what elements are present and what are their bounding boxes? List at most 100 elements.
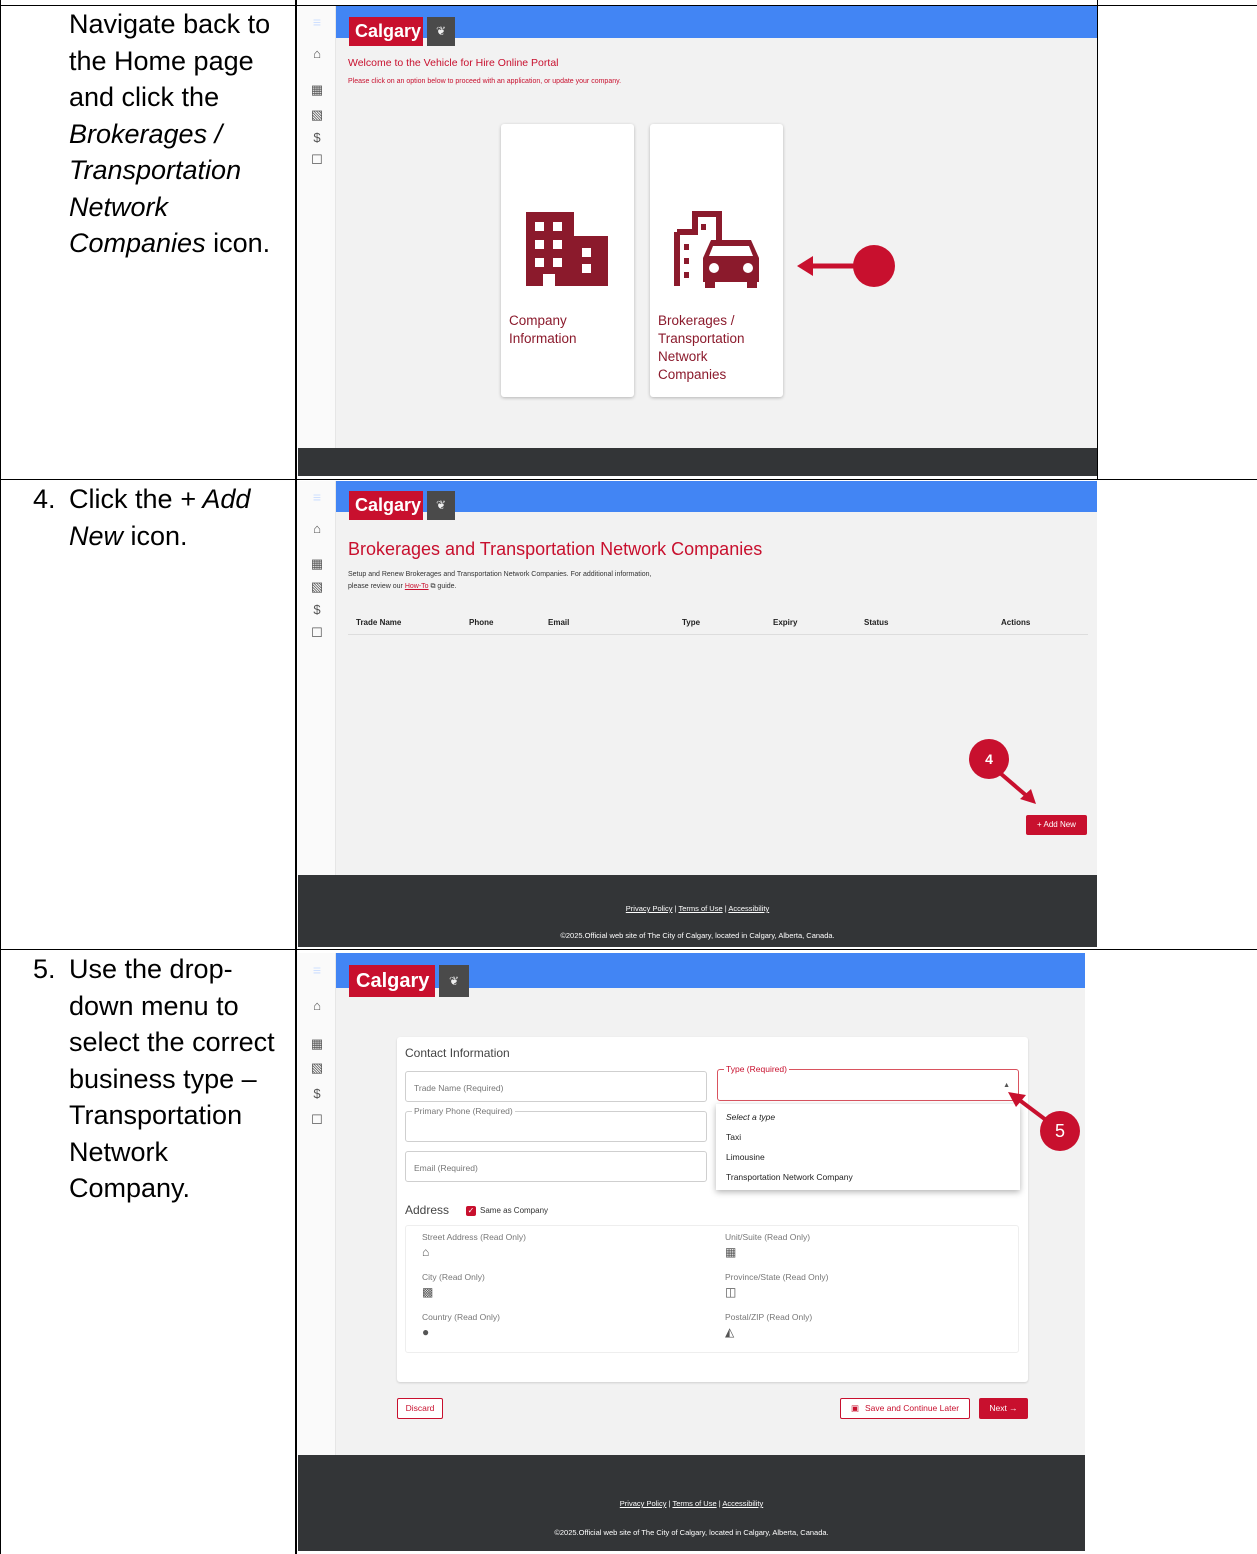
- email-field[interactable]: Email (Required): [405, 1151, 707, 1182]
- instruction-line: Network: [69, 191, 169, 222]
- page-title: Brokerages and Transportation Network Co…: [348, 539, 763, 559]
- dropdown-option[interactable]: Transportation Network Company: [726, 1172, 853, 1182]
- caret-up-icon: ▲: [1003, 1082, 1010, 1089]
- company-icon[interactable]: ▦: [298, 556, 336, 572]
- contact-form-panel: Contact Information Trade Name (Required…: [397, 1037, 1028, 1382]
- calgary-logo[interactable]: Calgary: [349, 491, 423, 520]
- add-new-button[interactable]: + Add New: [1026, 815, 1087, 835]
- how-to-link[interactable]: How-To: [405, 583, 429, 590]
- terms-link[interactable]: Terms of Use: [678, 904, 722, 913]
- column-header[interactable]: Phone: [469, 618, 493, 627]
- footer-links: Privacy Policy | Terms of Use | Accessib…: [625, 904, 770, 913]
- column-header[interactable]: Type: [682, 618, 700, 627]
- callout-arrow: [797, 245, 895, 287]
- brokerages-tnc-card[interactable]: Brokerages / Transportation Network Compani…: [650, 124, 783, 397]
- city-crest-logo: ❦: [427, 491, 455, 520]
- trade-name-field[interactable]: Trade Name (Required): [405, 1071, 707, 1102]
- page-description: Setup and Renew Brokerages and Transport…: [348, 571, 652, 578]
- home-icon[interactable]: ⌂: [298, 998, 336, 1013]
- table-row-border: [0, 949, 1257, 950]
- address-readonly-group: Street Address (Read Only) ⌂ Unit/Suite …: [405, 1225, 1019, 1353]
- next-button[interactable]: Next →: [979, 1398, 1028, 1419]
- table-row-border: [0, 479, 1257, 480]
- building-icon: [526, 212, 608, 286]
- company-icon[interactable]: ▦: [298, 1036, 336, 1052]
- instruction-line: and click the: [69, 82, 220, 112]
- page-description-2: please review our How-To ⧉ guide.: [348, 583, 457, 590]
- privacy-link[interactable]: Privacy Policy: [626, 904, 673, 913]
- company-information-card[interactable]: Company Information: [501, 124, 634, 397]
- building-car-icon: [674, 211, 759, 288]
- dollar-icon[interactable]: $: [298, 1086, 336, 1101]
- calgary-logo[interactable]: Calgary: [349, 965, 435, 997]
- brokerage-icon[interactable]: ▧: [298, 579, 336, 595]
- instruction-line: Companies icon.: [69, 228, 271, 258]
- type-select[interactable]: Type (Required) ▲: [717, 1064, 1019, 1101]
- dollar-icon[interactable]: $: [298, 130, 336, 145]
- instruction-line: Transportation: [69, 155, 242, 185]
- dropdown-option[interactable]: Select a type: [726, 1112, 775, 1122]
- copyright: ©2025.Official web site of The City of C…: [554, 1528, 829, 1537]
- column-header[interactable]: Actions: [1001, 618, 1030, 627]
- city-icon: ▩: [422, 1285, 434, 1299]
- type-dropdown-menu: Select a type Taxi Limousine Transportat…: [716, 1104, 1020, 1190]
- home-icon[interactable]: ⌂: [298, 521, 336, 536]
- lock-icon[interactable]: ☐: [298, 625, 336, 641]
- page-footer: [298, 448, 1097, 476]
- save-icon: ▣: [850, 1403, 859, 1413]
- table-header-divider: [348, 634, 1088, 635]
- column-header[interactable]: Trade Name: [356, 618, 401, 627]
- company-icon[interactable]: ▦: [298, 82, 336, 98]
- primary-phone-field[interactable]: Primary Phone (Required): [405, 1106, 707, 1142]
- discard-button[interactable]: Discard: [397, 1398, 443, 1419]
- side-nav-rail: ≡ ⌂ ▦ ▧ $ ☐: [298, 6, 336, 476]
- apartment-icon: ▦: [725, 1245, 737, 1259]
- address-title: Address: [405, 1203, 450, 1217]
- city-crest-logo: ❦: [427, 17, 455, 46]
- dropdown-option[interactable]: Taxi: [726, 1132, 741, 1142]
- footer-links: Privacy Policy | Terms of Use | Accessib…: [619, 1499, 764, 1508]
- contact-form-screenshot: ≡ ⌂ ▦ ▧ $ ☐ Calgary ❦ Contact Informatio…: [298, 953, 1085, 1551]
- step-number: 5.: [33, 954, 56, 984]
- page-footer: Privacy Policy | Terms of Use | Accessib…: [298, 1455, 1085, 1551]
- welcome-subtitle: Please click on an option below to proce…: [348, 78, 622, 85]
- lock-icon[interactable]: ☐: [298, 1112, 336, 1128]
- welcome-title: Welcome to the Vehicle for Hire Online P…: [348, 57, 559, 69]
- accessibility-link[interactable]: Accessibility: [728, 904, 769, 913]
- home-screenshot: ≡ ⌂ ▦ ▧ $ ☐ Calgary ❦ Welcome to the Veh…: [298, 6, 1097, 476]
- lock-icon[interactable]: ☐: [298, 152, 336, 168]
- brokerage-icon[interactable]: ▧: [298, 107, 336, 123]
- dollar-icon[interactable]: $: [298, 602, 336, 617]
- callout-arrow: [998, 771, 1036, 804]
- menu-icon[interactable]: ≡: [298, 14, 336, 30]
- brokerage-icon[interactable]: ▧: [298, 1060, 336, 1076]
- home-icon[interactable]: ⌂: [298, 46, 336, 61]
- copyright: ©2025.Official web site of The City of C…: [560, 931, 835, 940]
- instruction-line: Brokerages /: [69, 118, 223, 149]
- terms-link[interactable]: Terms of Use: [672, 1499, 716, 1508]
- step-5-instruction: 5. Use the drop- down menu to select the …: [33, 951, 275, 1207]
- map-icon: ◫: [725, 1285, 737, 1299]
- accessibility-link[interactable]: Accessibility: [722, 1499, 763, 1508]
- column-header[interactable]: Expiry: [773, 618, 797, 627]
- column-header[interactable]: Status: [864, 618, 888, 627]
- card-label: Brokerages / Transportation Network Compani…: [658, 313, 745, 382]
- save-continue-later-button[interactable]: ▣ Save and Continue Later: [840, 1398, 970, 1419]
- privacy-link[interactable]: Privacy Policy: [620, 1499, 667, 1508]
- mailbox-icon: ◭: [725, 1325, 735, 1339]
- card-label: Company Information: [509, 313, 577, 346]
- step-4-instruction: 4. Click the + Add New icon.: [33, 481, 250, 554]
- dropdown-option[interactable]: Limousine: [726, 1152, 765, 1162]
- page-footer: Privacy Policy | Terms of Use | Accessib…: [298, 875, 1097, 947]
- column-header[interactable]: Email: [548, 618, 569, 627]
- calgary-logo[interactable]: Calgary: [349, 17, 423, 46]
- step-badge: 5: [1040, 1111, 1080, 1151]
- menu-icon[interactable]: ≡: [298, 489, 336, 505]
- globe-icon: ●: [422, 1325, 430, 1339]
- table-border-left: [0, 0, 1, 1554]
- menu-icon[interactable]: ≡: [298, 962, 336, 978]
- same-as-company-checkbox[interactable]: ✓: [466, 1206, 476, 1216]
- section-title: Contact Information: [405, 1046, 510, 1060]
- instruction-line: the Home page: [69, 45, 254, 76]
- step-instruction: Navigate back to the Home page and click…: [69, 6, 270, 262]
